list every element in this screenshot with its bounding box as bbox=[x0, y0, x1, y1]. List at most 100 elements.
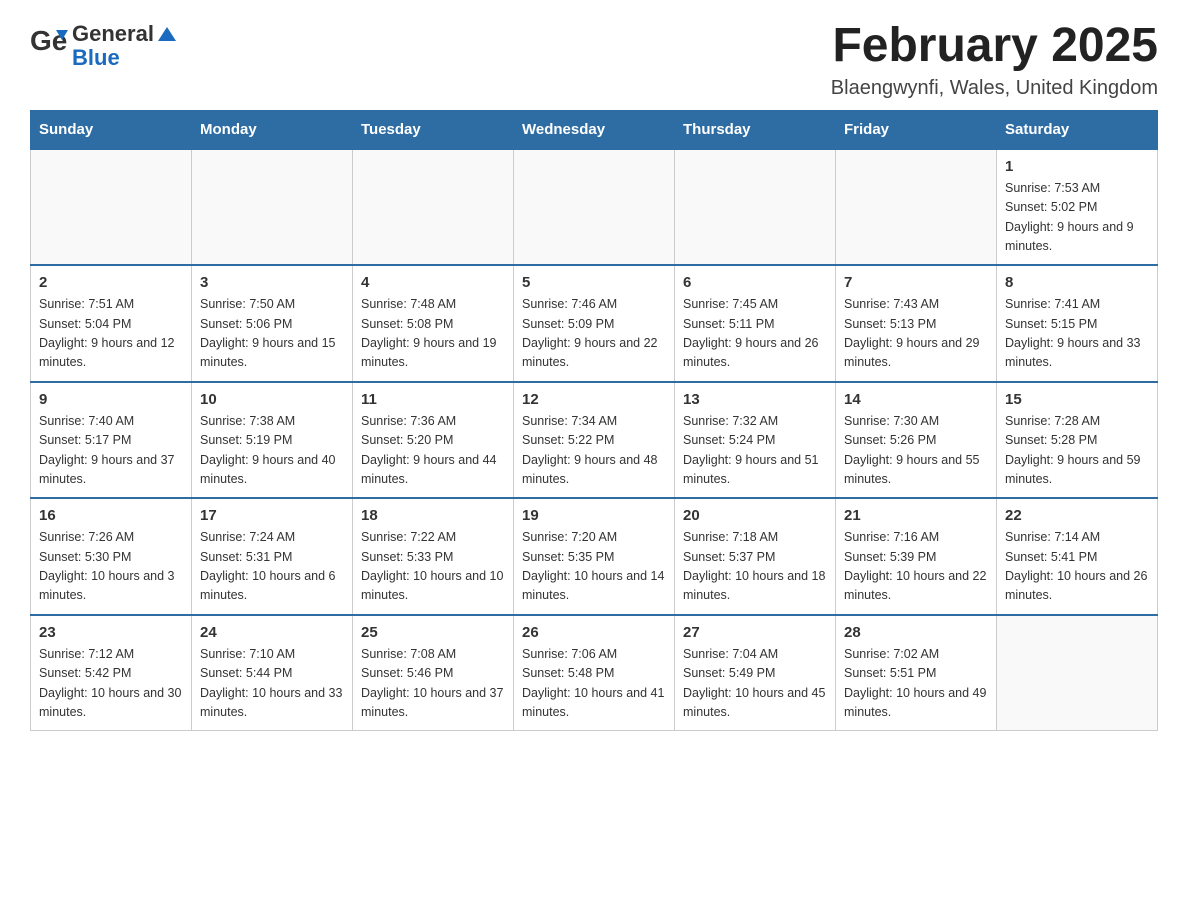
title-block: February 2025 Blaengwynfi, Wales, United… bbox=[831, 20, 1158, 100]
day-number: 26 bbox=[522, 624, 666, 641]
day-number: 6 bbox=[683, 274, 827, 291]
day-info: Sunrise: 7:50 AM Sunset: 5:06 PM Dayligh… bbox=[200, 295, 344, 373]
day-info: Sunrise: 7:02 AM Sunset: 5:51 PM Dayligh… bbox=[844, 645, 988, 723]
svg-text:General: General bbox=[30, 25, 68, 56]
table-row: 6 Sunrise: 7:45 AM Sunset: 5:11 PM Daylig… bbox=[675, 265, 836, 382]
calendar-header-row: Sunday Monday Tuesday Wednesday Thursday… bbox=[31, 110, 1158, 149]
logo-triangle-icon bbox=[156, 23, 178, 45]
day-number: 21 bbox=[844, 507, 988, 524]
day-info: Sunrise: 7:40 AM Sunset: 5:17 PM Dayligh… bbox=[39, 412, 183, 490]
col-tuesday: Tuesday bbox=[353, 110, 514, 149]
table-row bbox=[353, 149, 514, 266]
table-row: 1 Sunrise: 7:53 AM Sunset: 5:02 PM Daylig… bbox=[997, 149, 1158, 266]
day-info: Sunrise: 7:38 AM Sunset: 5:19 PM Dayligh… bbox=[200, 412, 344, 490]
day-number: 23 bbox=[39, 624, 183, 641]
table-row: 15 Sunrise: 7:28 AM Sunset: 5:28 PM Dayli… bbox=[997, 382, 1158, 499]
logo-icon: General bbox=[30, 22, 68, 69]
table-row: 24 Sunrise: 7:10 AM Sunset: 5:44 PM Dayli… bbox=[192, 615, 353, 731]
day-info: Sunrise: 7:53 AM Sunset: 5:02 PM Dayligh… bbox=[1005, 179, 1149, 257]
day-info: Sunrise: 7:04 AM Sunset: 5:49 PM Dayligh… bbox=[683, 645, 827, 723]
table-row bbox=[675, 149, 836, 266]
day-info: Sunrise: 7:24 AM Sunset: 5:31 PM Dayligh… bbox=[200, 528, 344, 606]
table-row: 26 Sunrise: 7:06 AM Sunset: 5:48 PM Dayli… bbox=[514, 615, 675, 731]
day-number: 17 bbox=[200, 507, 344, 524]
day-number: 5 bbox=[522, 274, 666, 291]
day-info: Sunrise: 7:20 AM Sunset: 5:35 PM Dayligh… bbox=[522, 528, 666, 606]
day-number: 12 bbox=[522, 391, 666, 408]
calendar-week-row: 1 Sunrise: 7:53 AM Sunset: 5:02 PM Daylig… bbox=[31, 149, 1158, 266]
calendar-week-row: 9 Sunrise: 7:40 AM Sunset: 5:17 PM Daylig… bbox=[31, 382, 1158, 499]
day-info: Sunrise: 7:26 AM Sunset: 5:30 PM Dayligh… bbox=[39, 528, 183, 606]
day-number: 24 bbox=[200, 624, 344, 641]
table-row: 9 Sunrise: 7:40 AM Sunset: 5:17 PM Daylig… bbox=[31, 382, 192, 499]
table-row: 27Sunrise: 7:04 AM Sunset: 5:49 PM Dayli… bbox=[675, 615, 836, 731]
table-row: 25 Sunrise: 7:08 AM Sunset: 5:46 PM Dayli… bbox=[353, 615, 514, 731]
day-number: 10 bbox=[200, 391, 344, 408]
day-info: Sunrise: 7:45 AM Sunset: 5:11 PM Dayligh… bbox=[683, 295, 827, 373]
page-header: General General Blue February 2025 Blaen… bbox=[30, 20, 1158, 100]
table-row: 16 Sunrise: 7:26 AM Sunset: 5:30 PM Dayli… bbox=[31, 498, 192, 615]
table-row: 14Sunrise: 7:30 AM Sunset: 5:26 PM Dayli… bbox=[836, 382, 997, 499]
table-row: 11Sunrise: 7:36 AM Sunset: 5:20 PM Dayli… bbox=[353, 382, 514, 499]
table-row bbox=[514, 149, 675, 266]
day-info: Sunrise: 7:16 AM Sunset: 5:39 PM Dayligh… bbox=[844, 528, 988, 606]
table-row: 8 Sunrise: 7:41 AM Sunset: 5:15 PM Daylig… bbox=[997, 265, 1158, 382]
col-monday: Monday bbox=[192, 110, 353, 149]
day-number: 2 bbox=[39, 274, 183, 291]
day-number: 16 bbox=[39, 507, 183, 524]
table-row bbox=[192, 149, 353, 266]
day-info: Sunrise: 7:14 AM Sunset: 5:41 PM Dayligh… bbox=[1005, 528, 1149, 606]
day-info: Sunrise: 7:32 AM Sunset: 5:24 PM Dayligh… bbox=[683, 412, 827, 490]
table-row: 20 Sunrise: 7:18 AM Sunset: 5:37 PM Dayli… bbox=[675, 498, 836, 615]
day-info: Sunrise: 7:08 AM Sunset: 5:46 PM Dayligh… bbox=[361, 645, 505, 723]
table-row bbox=[836, 149, 997, 266]
table-row bbox=[31, 149, 192, 266]
col-saturday: Saturday bbox=[997, 110, 1158, 149]
month-title: February 2025 bbox=[831, 20, 1158, 73]
day-info: Sunrise: 7:46 AM Sunset: 5:09 PM Dayligh… bbox=[522, 295, 666, 373]
col-sunday: Sunday bbox=[31, 110, 192, 149]
day-number: 18 bbox=[361, 507, 505, 524]
table-row: 28Sunrise: 7:02 AM Sunset: 5:51 PM Dayli… bbox=[836, 615, 997, 731]
day-number: 15 bbox=[1005, 391, 1149, 408]
day-info: Sunrise: 7:12 AM Sunset: 5:42 PM Dayligh… bbox=[39, 645, 183, 723]
day-number: 22 bbox=[1005, 507, 1149, 524]
day-number: 20 bbox=[683, 507, 827, 524]
table-row: 22 Sunrise: 7:14 AM Sunset: 5:41 PM Dayli… bbox=[997, 498, 1158, 615]
day-info: Sunrise: 7:18 AM Sunset: 5:37 PM Dayligh… bbox=[683, 528, 827, 606]
table-row: 13Sunrise: 7:32 AM Sunset: 5:24 PM Dayli… bbox=[675, 382, 836, 499]
col-friday: Friday bbox=[836, 110, 997, 149]
day-info: Sunrise: 7:30 AM Sunset: 5:26 PM Dayligh… bbox=[844, 412, 988, 490]
logo-blue-text: Blue bbox=[72, 45, 120, 70]
col-thursday: Thursday bbox=[675, 110, 836, 149]
day-info: Sunrise: 7:06 AM Sunset: 5:48 PM Dayligh… bbox=[522, 645, 666, 723]
table-row: 2 Sunrise: 7:51 AM Sunset: 5:04 PM Daylig… bbox=[31, 265, 192, 382]
logo: General General Blue bbox=[30, 20, 178, 70]
day-number: 19 bbox=[522, 507, 666, 524]
table-row bbox=[997, 615, 1158, 731]
calendar-week-row: 16 Sunrise: 7:26 AM Sunset: 5:30 PM Dayli… bbox=[31, 498, 1158, 615]
table-row: 12 Sunrise: 7:34 AM Sunset: 5:22 PM Dayli… bbox=[514, 382, 675, 499]
day-number: 1 bbox=[1005, 158, 1149, 175]
calendar-table: Sunday Monday Tuesday Wednesday Thursday… bbox=[30, 110, 1158, 732]
table-row: 21 Sunrise: 7:16 AM Sunset: 5:39 PM Dayli… bbox=[836, 498, 997, 615]
table-row: 23 Sunrise: 7:12 AM Sunset: 5:42 PM Dayli… bbox=[31, 615, 192, 731]
calendar-week-row: 23 Sunrise: 7:12 AM Sunset: 5:42 PM Dayli… bbox=[31, 615, 1158, 731]
table-row: 10 Sunrise: 7:38 AM Sunset: 5:19 PM Dayli… bbox=[192, 382, 353, 499]
day-number: 8 bbox=[1005, 274, 1149, 291]
day-info: Sunrise: 7:51 AM Sunset: 5:04 PM Dayligh… bbox=[39, 295, 183, 373]
day-number: 25 bbox=[361, 624, 505, 641]
day-info: Sunrise: 7:41 AM Sunset: 5:15 PM Dayligh… bbox=[1005, 295, 1149, 373]
day-number: 7 bbox=[844, 274, 988, 291]
day-info: Sunrise: 7:36 AM Sunset: 5:20 PM Dayligh… bbox=[361, 412, 505, 490]
table-row: 3Sunrise: 7:50 AM Sunset: 5:06 PM Daylig… bbox=[192, 265, 353, 382]
day-info: Sunrise: 7:28 AM Sunset: 5:28 PM Dayligh… bbox=[1005, 412, 1149, 490]
day-info: Sunrise: 7:34 AM Sunset: 5:22 PM Dayligh… bbox=[522, 412, 666, 490]
table-row: 4Sunrise: 7:48 AM Sunset: 5:08 PM Daylig… bbox=[353, 265, 514, 382]
table-row: 17 Sunrise: 7:24 AM Sunset: 5:31 PM Dayli… bbox=[192, 498, 353, 615]
table-row: 5 Sunrise: 7:46 AM Sunset: 5:09 PM Daylig… bbox=[514, 265, 675, 382]
day-number: 9 bbox=[39, 391, 183, 408]
location-text: Blaengwynfi, Wales, United Kingdom bbox=[831, 77, 1158, 100]
day-info: Sunrise: 7:10 AM Sunset: 5:44 PM Dayligh… bbox=[200, 645, 344, 723]
day-info: Sunrise: 7:22 AM Sunset: 5:33 PM Dayligh… bbox=[361, 528, 505, 606]
